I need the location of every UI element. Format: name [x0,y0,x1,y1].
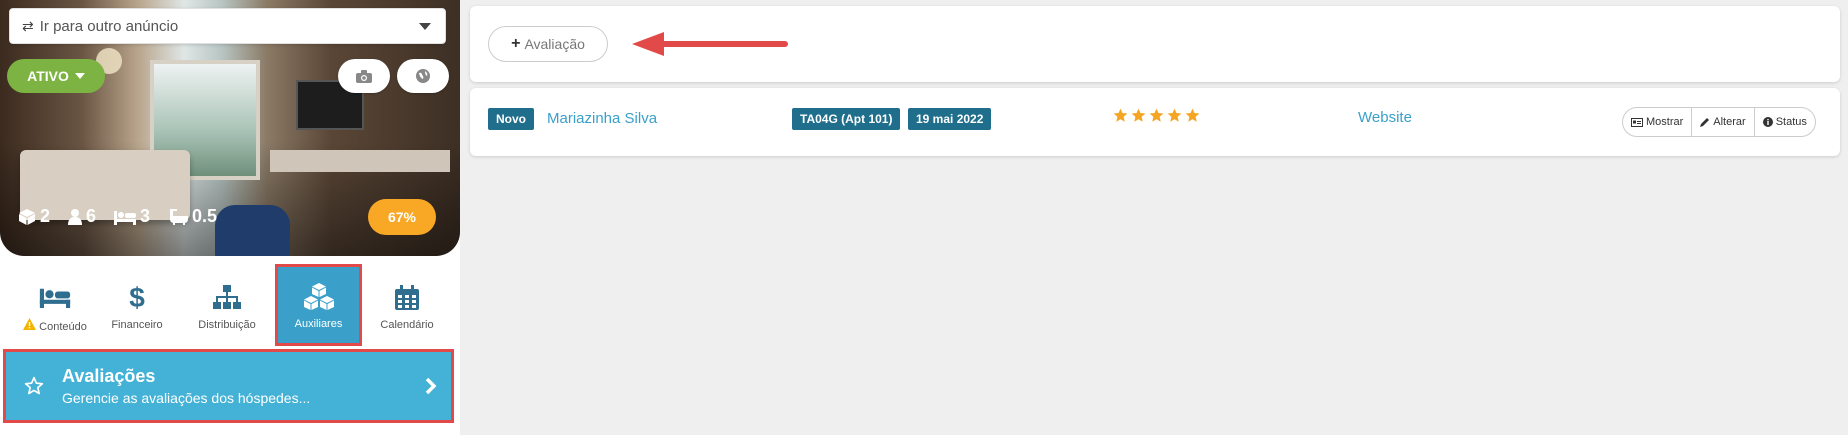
add-review-button[interactable]: + Avaliação [488,26,608,62]
id-card-icon [1631,117,1643,127]
guests-stat: 6 [68,206,96,227]
warning-icon [23,317,37,330]
star-outline-icon [24,376,44,395]
rooms-count: 2 [40,206,51,226]
bed-icon [39,288,71,308]
show-label: Mostrar [1646,116,1684,128]
nav-financeiro[interactable]: $ Financeiro [92,268,182,344]
star-icon [1149,108,1164,122]
beds-count: 3 [140,206,151,226]
nav-conteudo-label: Conteúdo [39,320,87,333]
star-icon [1113,108,1128,122]
star-icon [1167,108,1182,122]
edit-button[interactable]: Alterar [1692,108,1755,136]
annotation-arrow-icon [632,32,788,56]
user-icon [68,209,83,225]
status-button[interactable]: Status [1755,108,1815,136]
star-icon [1185,108,1200,122]
star-icon [1131,108,1146,122]
section-title: Avaliações [62,366,156,386]
nav-auxiliares[interactable]: Auxiliares [275,264,362,346]
rating-stars [1113,108,1200,123]
listing-sidebar: ⇄ Ir para outro anúncio ATIVO 2 6 3 0.5 … [0,0,460,435]
map-button[interactable] [397,59,449,93]
pencil-icon [1700,118,1710,127]
date-badge: 19 mai 2022 [908,108,992,130]
beds-stat: 3 [114,206,150,227]
review-actions: Mostrar Alterar Status [1622,107,1816,137]
rooms-stat: 2 [18,206,50,227]
calendar-icon [395,285,419,310]
nav-calendario-label: Calendário [380,319,434,331]
chevron-right-icon [425,377,437,395]
baths-count: 0.5 [192,206,218,226]
listing-stats: 2 6 3 0.5 [18,206,217,227]
baths-stat: 0.5 [168,206,217,227]
status-dropdown[interactable]: ATIVO [7,59,105,93]
unit-badge: TA04G (Apt 101) [792,108,901,130]
caret-down-icon [74,73,85,79]
source-link[interactable]: Website [1358,109,1412,126]
bed-icon [114,210,137,225]
section-subtitle: Gerencie as avaliações dos hóspedes... [62,390,311,406]
nav-calendario[interactable]: Calendário [362,268,452,344]
reviews-section-card[interactable]: Avaliações Gerencie as avaliações dos hó… [3,349,454,423]
bath-icon [170,209,189,225]
completion-badge: 67% [368,199,436,235]
listing-selector[interactable]: ⇄ Ir para outro anúncio [9,8,446,44]
review-row: Novo Mariazinha Silva TA04G (Apt 101) 19… [470,88,1840,156]
add-review-label: Avaliação [524,36,585,52]
status-label: ATIVO [27,68,69,84]
guests-count: 6 [86,206,97,226]
edit-label: Alterar [1713,116,1746,128]
nav-distribuicao-label: Distribuição [198,319,256,331]
photos-button[interactable] [338,59,390,93]
cubes-icon [303,283,334,310]
sitemap-icon [213,285,241,309]
globe-icon [416,69,430,83]
status-action-label: Status [1775,116,1807,128]
show-button[interactable]: Mostrar [1623,108,1693,136]
nav-conteudo[interactable]: Conteúdo [10,268,100,344]
toolbar-card: + Avaliação [470,6,1840,82]
nav-auxiliares-label: Auxiliares [294,318,343,330]
info-icon [1762,117,1773,127]
plus-icon: + [511,35,521,52]
cube-icon [19,208,35,225]
chevron-down-icon [419,23,431,30]
dollar-icon: $ [129,282,145,313]
swap-icon: ⇄ [22,17,34,34]
listing-nav: Conteúdo $ Financeiro Distribuição Auxil… [0,264,460,346]
nav-distribuicao[interactable]: Distribuição [182,268,272,344]
guest-name-link[interactable]: Mariazinha Silva [547,110,657,127]
status-badge: Novo [488,108,534,130]
listing-selector-label: Ir para outro anúncio [39,17,179,35]
nav-financeiro-label: Financeiro [111,319,163,331]
camera-icon [356,69,372,83]
